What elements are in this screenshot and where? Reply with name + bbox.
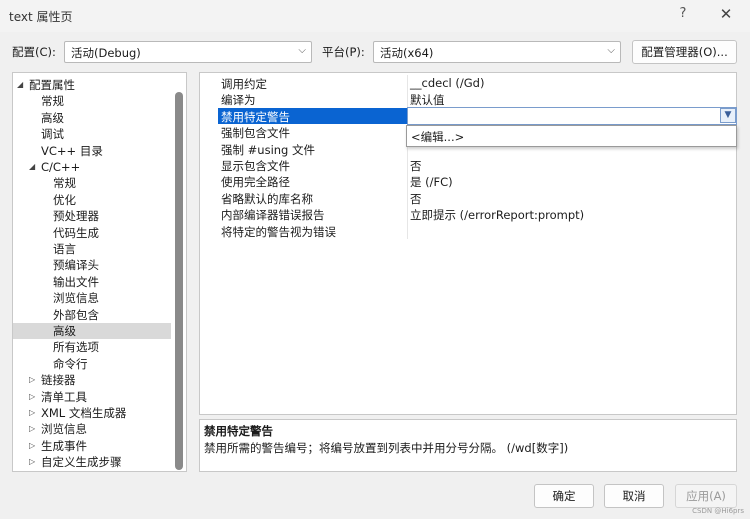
tree-item[interactable]: 代码生成 [53, 225, 99, 241]
platform-label: 平台(P): [322, 45, 365, 59]
property-tree[interactable]: ◢ 配置属性 常规 高级 调试 VC++ 目录 ◢ C/C++ 常规 优化 预处理器 代码生成 语言 预编… [12, 72, 187, 472]
property-name: 编译为 [221, 93, 256, 108]
apply-button[interactable]: 应用(A) [675, 484, 737, 508]
property-value[interactable]: 立即提示 (/errorReport:prompt) [410, 207, 584, 223]
property-name: 强制包含文件 [221, 126, 290, 141]
tree-item[interactable]: 浏览信息 [41, 421, 87, 437]
column-divider [407, 189, 408, 207]
dropdown-list[interactable]: <编辑...> [406, 125, 737, 147]
description-text: 禁用所需的警告编号；将编号放置到列表中并用分号分隔。 (/wd[数字]) [204, 441, 569, 455]
config-label: 配置(C): [12, 45, 56, 59]
tree-item[interactable]: XML 文档生成器 [41, 405, 126, 421]
chevron-down-icon: ⌵ [607, 45, 615, 56]
column-divider [407, 157, 408, 174]
collapsed-arrow-icon[interactable]: ▷ [29, 421, 35, 437]
property-name: 使用完全路径 [221, 175, 290, 190]
column-divider [407, 173, 408, 190]
dropdown-option-edit[interactable]: <编辑...> [411, 129, 464, 145]
tree-item[interactable]: 优化 [53, 192, 76, 208]
property-row[interactable]: 调用约定 __cdecl (/Gd) [200, 75, 736, 92]
property-row[interactable]: 将特定的警告视为错误 [200, 222, 736, 239]
column-divider [407, 222, 408, 239]
collapsed-arrow-icon[interactable]: ▷ [29, 438, 35, 454]
property-name: 调用约定 [221, 77, 267, 91]
tree-item[interactable]: 命令行 [53, 356, 88, 372]
dropdown-arrow-icon[interactable]: ▼ [720, 108, 736, 123]
column-divider [407, 91, 408, 108]
property-row[interactable]: 使用完全路径 是 (/FC) [200, 173, 736, 190]
collapsed-arrow-icon[interactable]: ▷ [29, 405, 35, 421]
property-name: 禁用特定警告 [221, 109, 290, 124]
column-divider [407, 206, 408, 223]
tree-item[interactable]: 语言 [53, 241, 76, 257]
property-value[interactable]: 默认值 [410, 92, 445, 108]
tree-item[interactable]: 生成事件 [41, 438, 87, 454]
tree-item[interactable]: 配置属性 [29, 77, 75, 93]
property-row[interactable]: 内部编译器错误报告 立即提示 (/errorReport:prompt) [200, 206, 736, 223]
cancel-button[interactable]: 取消 [604, 484, 664, 508]
property-value[interactable]: __cdecl (/Gd) [410, 76, 484, 90]
property-row[interactable]: 省略默认的库名称 否 [200, 189, 736, 207]
collapsed-arrow-icon[interactable]: ▷ [29, 454, 35, 470]
column-divider [407, 75, 408, 92]
property-row[interactable]: 编译为 默认值 [200, 91, 736, 108]
property-name: 强制 #using 文件 [221, 142, 316, 157]
window-title: text 属性页 [9, 10, 73, 24]
property-row[interactable]: 显示包含文件 否 [200, 157, 736, 174]
tree-item[interactable]: 调试 [41, 126, 64, 142]
help-icon[interactable]: ? [676, 6, 690, 24]
description-panel: 禁用特定警告 禁用所需的警告编号；将编号放置到列表中并用分号分隔。 (/wd[数… [199, 419, 737, 472]
property-value[interactable]: 否 [410, 158, 422, 174]
close-icon[interactable]: ✕ [716, 5, 736, 25]
tree-item[interactable]: 输出文件 [53, 274, 99, 290]
tree-item[interactable]: 预编译头 [53, 257, 99, 273]
tree-item[interactable]: 外部包含 [53, 307, 99, 323]
chevron-down-icon: ⌵ [298, 45, 306, 56]
property-name: 省略默认的库名称 [221, 191, 313, 206]
config-select[interactable]: 活动(Debug) ⌵ [64, 41, 312, 63]
config-value: 活动(Debug) [71, 46, 141, 60]
property-value[interactable]: 否 [410, 191, 422, 207]
disable-warnings-input[interactable] [407, 107, 737, 125]
collapsed-arrow-icon[interactable]: ▷ [29, 372, 35, 388]
tree-item[interactable]: 链接器 [41, 372, 76, 388]
config-manager-button[interactable]: 配置管理器(O)... [632, 40, 737, 64]
description-title: 禁用特定警告 [204, 424, 273, 438]
tree-item[interactable]: 自定义生成步骤 [41, 454, 122, 470]
property-value[interactable]: 是 (/FC) [410, 174, 453, 190]
property-name: 显示包含文件 [221, 159, 290, 173]
watermark: CSDN @Hi6prs [692, 507, 744, 515]
expanded-arrow-icon[interactable]: ◢ [29, 159, 35, 175]
tree-item[interactable]: 浏览信息 [53, 290, 99, 306]
platform-select[interactable]: 活动(x64) ⌵ [373, 41, 621, 63]
tree-scrollbar[interactable] [175, 92, 183, 470]
tree-item[interactable]: 预处理器 [53, 208, 99, 224]
tree-item[interactable]: 所有选项 [53, 339, 99, 355]
platform-value: 活动(x64) [380, 46, 434, 60]
tree-item[interactable]: C/C++ [41, 159, 80, 175]
property-name: 内部编译器错误报告 [221, 208, 325, 223]
tree-item[interactable]: VC++ 目录 [41, 143, 103, 159]
tree-item[interactable]: 常规 [41, 93, 64, 109]
tree-item[interactable]: 常规 [53, 175, 76, 191]
tree-item[interactable]: 高级 [13, 323, 171, 339]
collapsed-arrow-icon[interactable]: ▷ [29, 389, 35, 405]
ok-button[interactable]: 确定 [534, 484, 594, 508]
tree-item[interactable]: 清单工具 [41, 389, 87, 405]
expanded-arrow-icon[interactable]: ◢ [17, 77, 23, 93]
tree-item[interactable]: 高级 [41, 110, 64, 126]
title-bar [0, 0, 750, 32]
property-name: 将特定的警告视为错误 [221, 224, 336, 239]
